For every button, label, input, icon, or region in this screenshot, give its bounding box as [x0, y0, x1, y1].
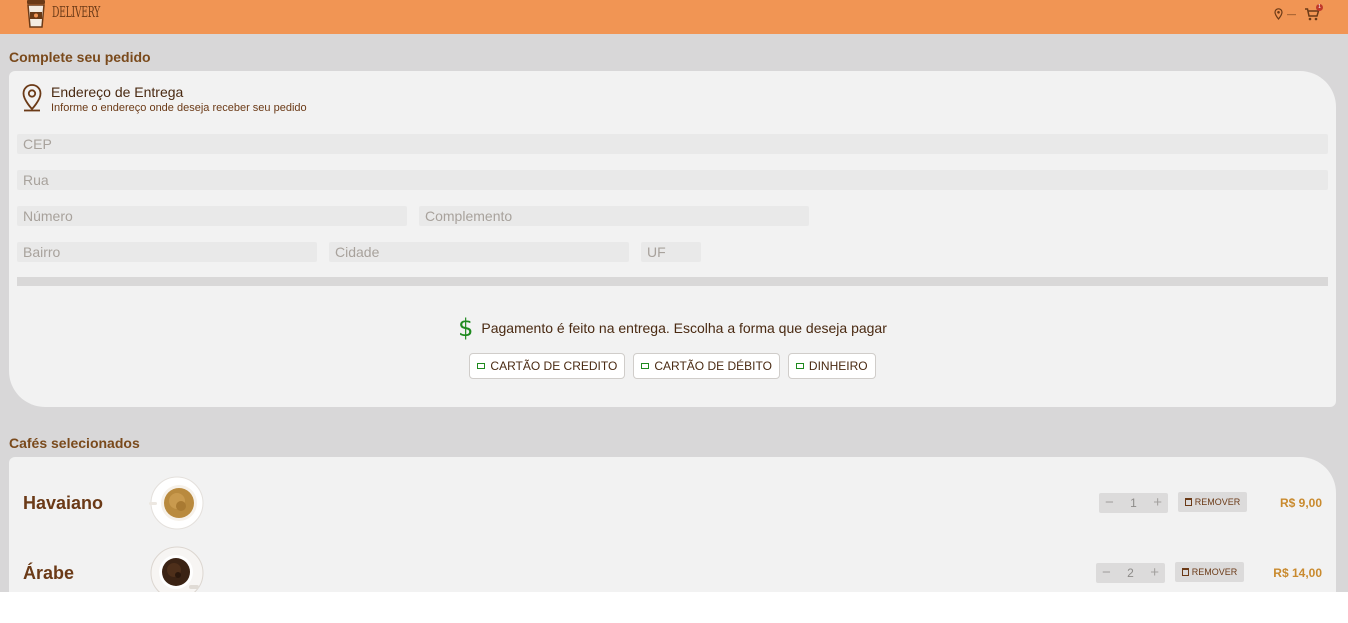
app-root: DELIVERY — 1 Complete seu pedido Endereç…	[0, 0, 1348, 592]
remove-button[interactable]: REMOVER	[1178, 492, 1247, 512]
brand-name: DELIVERY	[52, 3, 100, 21]
rua-input[interactable]	[17, 170, 1328, 190]
payment-text: Pagamento é feito na entrega. Escolha a …	[481, 320, 887, 336]
order-section-title: Complete seu pedido	[9, 49, 151, 65]
credit-card-icon	[477, 363, 486, 369]
address-header: Endereço de Entrega Informe o endereço o…	[21, 83, 307, 115]
quantity-stepper[interactable]: − 2 +	[1096, 563, 1165, 583]
address-card: Endereço de Entrega Informe o endereço o…	[9, 71, 1336, 407]
minus-icon[interactable]: −	[1102, 563, 1111, 583]
map-pin-icon	[22, 84, 42, 112]
address-card-subtitle: Informe o endereço onde deseja receber s…	[51, 102, 307, 114]
cart-count-badge: 1	[1316, 4, 1323, 11]
debit-card-label: CARTÃO DE DÉBITO	[654, 359, 772, 373]
dollar-icon: $	[458, 314, 474, 342]
numero-field[interactable]	[17, 206, 407, 226]
item-name: Havaiano	[23, 493, 104, 513]
rua-field[interactable]	[17, 170, 1328, 190]
cep-input[interactable]	[17, 134, 1328, 154]
header-actions: — 1	[1274, 4, 1323, 22]
credit-card-button[interactable]: CARTÃO DE CREDITO	[469, 353, 626, 379]
money-label: DINHEIRO	[808, 359, 868, 373]
remove-label: REMOVER	[1194, 497, 1241, 507]
logo[interactable]: DELIVERY	[24, 0, 100, 28]
quantity-value: 2	[1127, 566, 1134, 580]
money-icon	[795, 363, 804, 369]
cep-field[interactable]	[17, 134, 1328, 154]
bairro-field[interactable]	[17, 242, 317, 262]
quantity-value: 1	[1130, 496, 1137, 510]
payment-info: $ Pagamento é feito na entrega. Escolha …	[9, 315, 1336, 341]
coffee-cup-image	[149, 476, 204, 530]
numero-input[interactable]	[17, 206, 407, 226]
uf-field[interactable]	[641, 242, 701, 262]
uf-input[interactable]	[641, 242, 701, 262]
complemento-input[interactable]	[419, 206, 809, 226]
plus-icon[interactable]: +	[1153, 493, 1162, 513]
debit-card-icon	[641, 363, 650, 369]
item-price: R$ 9,00	[1279, 496, 1322, 510]
complemento-field[interactable]	[419, 206, 809, 226]
plus-icon[interactable]: +	[1150, 563, 1159, 583]
trash-icon	[1184, 498, 1192, 506]
cidade-input[interactable]	[329, 242, 629, 262]
money-button[interactable]: DINHEIRO	[787, 353, 876, 379]
address-card-title: Endereço de Entrega	[51, 84, 184, 100]
top-header: DELIVERY — 1	[0, 0, 1348, 34]
credit-card-label: CARTÃO DE CREDITO	[490, 359, 618, 373]
location-text: —	[1287, 9, 1296, 19]
coffee-cup-logo-icon	[27, 0, 45, 28]
item-price: R$ 14,00	[1273, 566, 1322, 580]
coffee-cup-image	[150, 546, 204, 592]
remove-button[interactable]: REMOVER	[1175, 562, 1244, 582]
minus-icon[interactable]: −	[1105, 493, 1114, 513]
debit-card-button[interactable]: CARTÃO DE DÉBITO	[633, 353, 780, 379]
remove-label: REMOVER	[1191, 567, 1238, 577]
cart-section-title: Cafés selecionados	[9, 435, 140, 451]
trash-icon	[1181, 568, 1189, 576]
location-pin-icon	[1274, 8, 1283, 20]
cart-button[interactable]: 1	[1304, 4, 1323, 22]
item-name: Árabe	[23, 563, 75, 583]
bairro-input[interactable]	[17, 242, 317, 262]
cart-item: Árabe − 2 + REMOVER R$ 14,00	[9, 543, 1336, 592]
cart-item: Havaiano − 1 + REMOVER R$ 9,00	[9, 473, 1336, 533]
section-divider	[17, 277, 1328, 286]
cidade-field[interactable]	[329, 242, 629, 262]
payment-options: CARTÃO DE CREDITO CARTÃO DE DÉBITO DINHE…	[9, 353, 1336, 379]
quantity-stepper[interactable]: − 1 +	[1099, 493, 1168, 513]
